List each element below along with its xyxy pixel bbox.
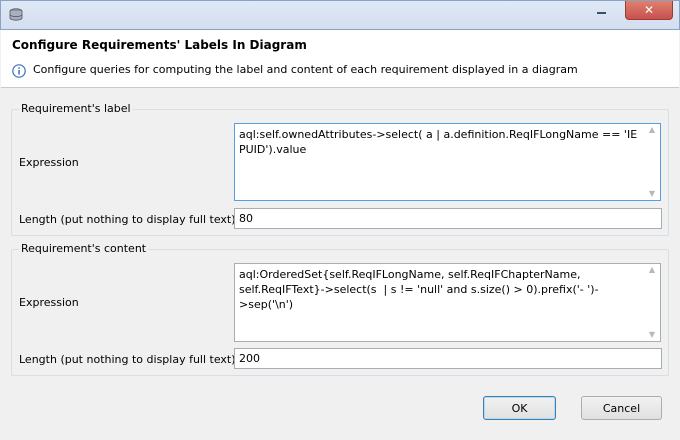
scroll-up-icon[interactable]: ▲	[648, 266, 656, 274]
close-button[interactable]: ✕	[625, 1, 673, 20]
info-icon	[12, 64, 26, 78]
close-icon: ✕	[643, 3, 655, 17]
scroll-up-icon[interactable]: ▲	[648, 126, 656, 134]
label-expression-textarea[interactable]: aql:self.ownedAttributes->select( a | a.…	[234, 123, 661, 201]
app-icon	[8, 7, 24, 23]
content-expression-label: Expression	[19, 296, 79, 309]
label-length-label: Length (put nothing to display full text…	[19, 213, 240, 226]
requirement-content-group: Requirement's content Expression aql:Ord…	[11, 242, 669, 376]
group-legend-content: Requirement's content	[19, 242, 149, 255]
content-expression-textarea[interactable]: aql:OrderedSet{self.ReqIFLongName, self.…	[234, 263, 661, 342]
label-length-input[interactable]: 80	[234, 208, 662, 229]
cancel-button[interactable]: Cancel	[581, 396, 662, 420]
scroll-down-icon[interactable]: ▼	[648, 331, 656, 339]
minimize-icon	[596, 11, 606, 14]
window-title-bar[interactable]: ✕	[0, 0, 680, 30]
minimize-button[interactable]	[587, 1, 615, 20]
ok-button[interactable]: OK	[483, 396, 556, 420]
content-length-label: Length (put nothing to display full text…	[19, 353, 240, 366]
content-length-input[interactable]: 200	[234, 348, 662, 369]
dialog-title: Configure Requirements' Labels In Diagra…	[12, 38, 307, 52]
scroll-down-icon[interactable]: ▼	[648, 190, 656, 198]
dialog-message: Configure queries for computing the labe…	[33, 63, 578, 76]
group-legend-label: Requirement's label	[19, 102, 133, 115]
requirement-label-group: Requirement's label Expression aql:self.…	[11, 102, 669, 236]
dialog-header: Configure Requirements' Labels In Diagra…	[1, 30, 679, 88]
label-expression-label: Expression	[19, 156, 79, 169]
